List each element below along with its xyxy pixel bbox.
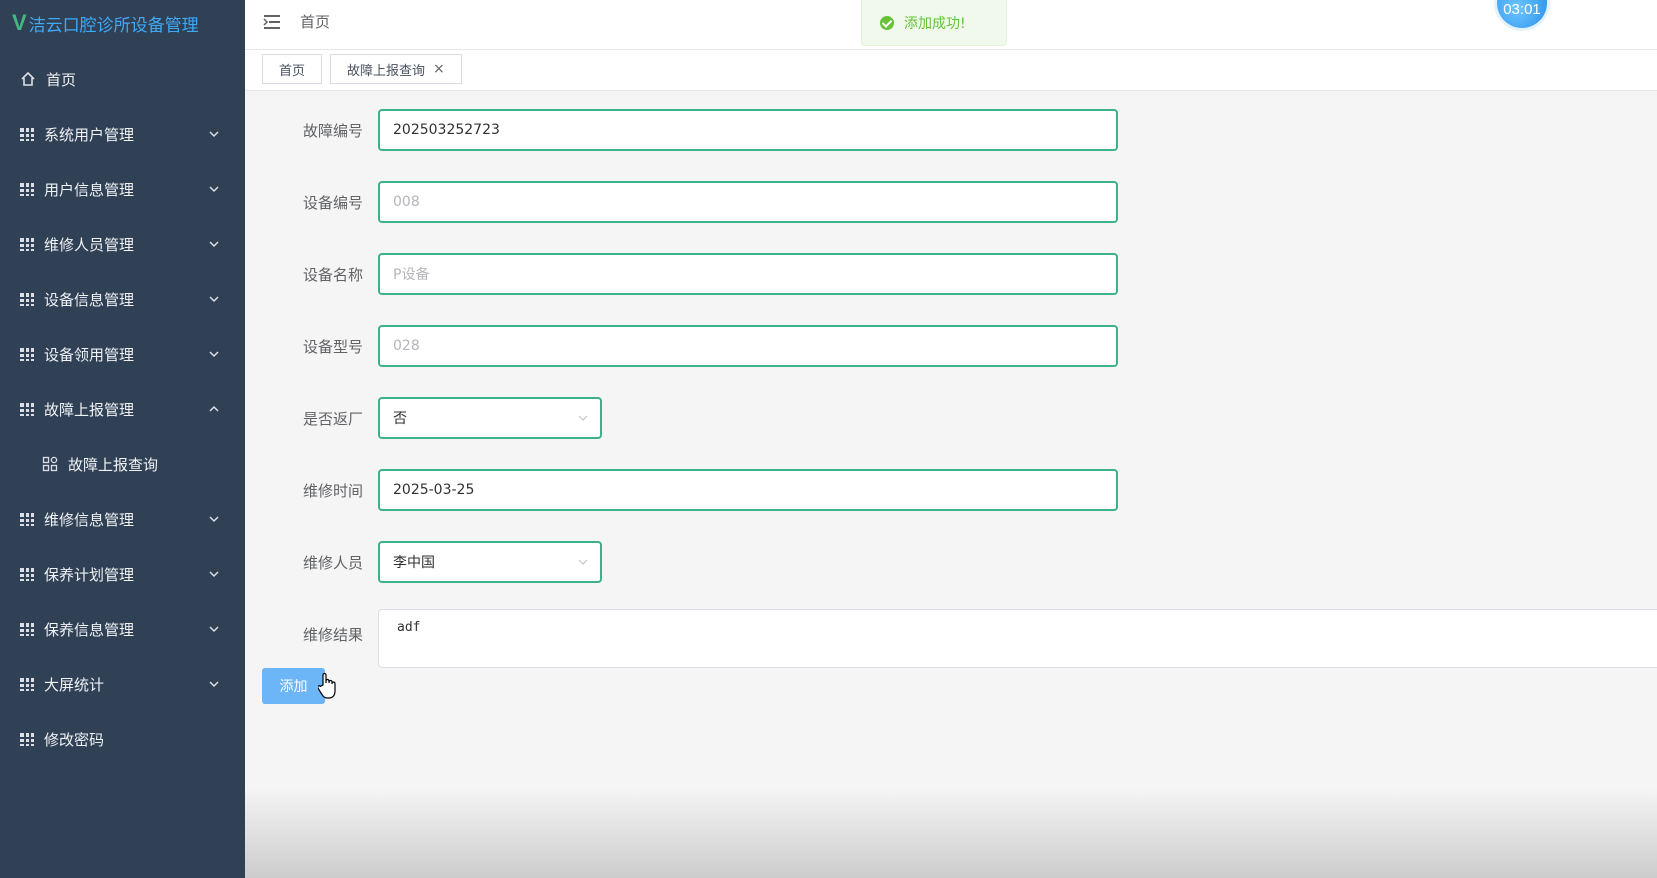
grid-icon — [20, 127, 34, 141]
device-no-label: 设备编号 — [302, 194, 363, 212]
apps-icon — [42, 456, 58, 472]
bottom-fade — [245, 788, 1657, 878]
sidebar-item-repair-info[interactable]: 维修信息管理 — [0, 491, 245, 547]
tag-home[interactable]: 首页 — [262, 54, 322, 84]
grid-icon — [20, 182, 34, 196]
chevron-down-icon — [209, 296, 219, 303]
repairer-label: 维修人员 — [302, 554, 363, 572]
chevron-down-icon — [209, 626, 219, 633]
fault-form: 故障编号 202503252723 设备编号 008 设备名称 P设备 设备型号… — [245, 90, 1657, 878]
fault-no-label: 故障编号 — [302, 122, 363, 140]
chevron-down-icon — [578, 559, 588, 565]
hand-cursor-icon — [318, 672, 336, 699]
sidebar-item-label: 修改密码 — [44, 730, 105, 749]
chevron-down-icon — [209, 351, 219, 358]
sidebar-item-label: 保养计划管理 — [44, 565, 135, 584]
sidebar-item-home[interactable]: 首页 — [0, 51, 245, 107]
sidebar-item-repairers[interactable]: 维修人员管理 — [0, 216, 245, 272]
sidebar-item-maintenance-info[interactable]: 保养信息管理 — [0, 601, 245, 657]
success-toast: 添加成功! — [861, 0, 1007, 46]
grid-icon — [20, 237, 34, 251]
sidebar: V 洁云口腔诊所设备管理 首页 系统用户管理 用户信息管理 维修人员管理 设备信… — [0, 0, 245, 878]
add-button[interactable]: 添加 — [262, 668, 325, 704]
chevron-up-icon — [209, 405, 219, 412]
app-title: 洁云口腔诊所设备管理 — [28, 15, 199, 36]
chevron-down-icon — [578, 415, 588, 421]
top-header: 首页 添加成功! 03:01 — [245, 0, 1657, 50]
grid-icon — [20, 677, 34, 691]
device-name-input[interactable]: P设备 — [378, 253, 1118, 295]
sidebar-item-label: 大屏统计 — [44, 675, 105, 694]
tag-fault-query[interactable]: 故障上报查询 × — [330, 54, 462, 84]
chevron-down-icon — [209, 241, 219, 248]
sidebar-item-label: 首页 — [46, 70, 77, 89]
repair-time-input[interactable]: 2025-03-25 — [378, 469, 1118, 511]
tags-view: 首页 故障上报查询 × — [245, 50, 1657, 91]
grid-icon — [20, 567, 34, 581]
chevron-down-icon — [209, 516, 219, 523]
sidebar-item-device-borrow[interactable]: 设备领用管理 — [0, 326, 245, 382]
sidebar-item-label: 用户信息管理 — [44, 180, 135, 199]
sidebar-item-fault-report[interactable]: 故障上报管理 — [0, 381, 245, 437]
chevron-down-icon — [209, 681, 219, 688]
return-factory-select[interactable]: 否 — [378, 397, 602, 439]
avatar[interactable]: 03:01 — [1497, 0, 1547, 28]
sidebar-item-label: 设备信息管理 — [44, 290, 135, 309]
chevron-down-icon — [209, 571, 219, 578]
device-name-label: 设备名称 — [302, 266, 363, 284]
home-icon — [21, 71, 35, 86]
grid-icon — [20, 292, 34, 306]
sidebar-item-label: 设备领用管理 — [44, 345, 135, 364]
sidebar-item-maintenance-plan[interactable]: 保养计划管理 — [0, 546, 245, 602]
device-model-label: 设备型号 — [302, 338, 363, 356]
vue-logo-icon: V — [12, 10, 27, 35]
return-factory-label: 是否返厂 — [302, 410, 363, 428]
breadcrumb[interactable]: 首页 — [300, 11, 330, 32]
sidebar-item-fault-query[interactable]: 故障上报查询 — [0, 436, 245, 492]
sidebar-item-system-users[interactable]: 系统用户管理 — [0, 106, 245, 162]
grid-icon — [20, 347, 34, 361]
chevron-down-icon — [209, 131, 219, 138]
repair-result-textarea[interactable]: adf — [378, 609, 1657, 668]
chevron-down-icon — [209, 186, 219, 193]
sidebar-item-label: 维修信息管理 — [44, 510, 135, 529]
device-no-input[interactable]: 008 — [378, 181, 1118, 223]
app-logo[interactable]: V 洁云口腔诊所设备管理 — [0, 0, 245, 46]
sidebar-item-label: 系统用户管理 — [44, 125, 135, 144]
select-value: 李中国 — [393, 555, 435, 571]
select-value: 否 — [393, 411, 407, 427]
close-icon[interactable]: × — [433, 61, 445, 77]
avatar-time: 03:01 — [1503, 1, 1541, 18]
sidebar-item-change-password[interactable]: 修改密码 — [0, 711, 245, 767]
sidebar-item-label: 故障上报查询 — [68, 455, 159, 474]
toast-message: 添加成功! — [904, 15, 966, 32]
grid-icon — [20, 622, 34, 636]
success-check-icon — [880, 15, 894, 30]
sidebar-item-device-info[interactable]: 设备信息管理 — [0, 271, 245, 327]
repair-time-label: 维修时间 — [302, 482, 363, 500]
tag-label: 故障上报查询 — [347, 63, 426, 79]
sidebar-item-label: 故障上报管理 — [44, 400, 135, 419]
grid-icon — [20, 512, 34, 526]
tag-label: 首页 — [278, 63, 305, 79]
device-model-input[interactable]: 028 — [378, 325, 1118, 367]
hamburger-icon[interactable] — [263, 14, 281, 30]
sidebar-item-label: 保养信息管理 — [44, 620, 135, 639]
sidebar-item-user-info[interactable]: 用户信息管理 — [0, 161, 245, 217]
fault-no-input[interactable]: 202503252723 — [378, 109, 1118, 151]
grid-icon — [20, 732, 34, 746]
sidebar-item-label: 维修人员管理 — [44, 235, 135, 254]
repair-result-label: 维修结果 — [302, 626, 363, 644]
sidebar-item-dashboard[interactable]: 大屏统计 — [0, 656, 245, 712]
repairer-select[interactable]: 李中国 — [378, 541, 602, 583]
grid-icon — [20, 402, 34, 416]
